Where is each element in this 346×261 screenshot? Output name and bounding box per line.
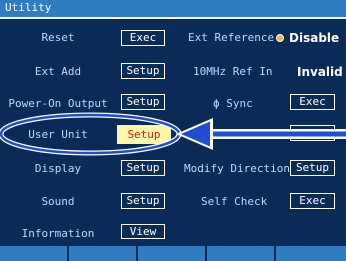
obscured-button[interactable]: [290, 125, 335, 141]
display-label: Display: [34, 162, 82, 175]
ext-add-setup-button[interactable]: Setup: [121, 63, 165, 79]
modify-direction-setup-button[interactable]: Setup: [290, 160, 335, 176]
reset-label: Reset: [41, 31, 75, 44]
radio-dot-icon[interactable]: [276, 34, 284, 42]
user-unit-setup-button[interactable]: Setup: [117, 125, 171, 144]
ref-in-label: 10MHz Ref In: [193, 65, 273, 78]
title-bar: Utility: [0, 0, 346, 17]
ext-add-label: Ext Add: [34, 65, 82, 78]
title-divider: [0, 17, 346, 19]
screen-title: Utility: [5, 1, 52, 14]
modify-direction-label: Modify Direction: [184, 162, 290, 175]
reset-exec-button[interactable]: Exec: [121, 30, 165, 46]
information-view-button[interactable]: View: [121, 224, 165, 239]
user-unit-label: User Unit: [28, 128, 88, 141]
utility-screen: Utility Reset Exec Ext Add Setup Power-O…: [0, 0, 346, 261]
softkey-1[interactable]: [0, 246, 69, 261]
softkey-4[interactable]: [207, 246, 276, 261]
sound-label: Sound: [41, 195, 75, 208]
softkey-3[interactable]: [138, 246, 207, 261]
display-setup-button[interactable]: Setup: [121, 160, 165, 176]
phase-sync-label: ϕ Sync: [213, 97, 253, 110]
power-on-output-label: Power-On Output: [8, 97, 108, 110]
self-check-label: Self Check: [201, 195, 268, 208]
sound-setup-button[interactable]: Setup: [121, 193, 165, 209]
softkey-5[interactable]: [276, 246, 346, 261]
self-check-exec-button[interactable]: Exec: [290, 193, 335, 209]
power-on-output-setup-button[interactable]: Setup: [121, 94, 165, 110]
softkey-bar: [0, 246, 346, 261]
phase-sync-exec-button[interactable]: Exec: [290, 94, 335, 110]
ref-in-value: Invalid: [297, 65, 343, 79]
ext-reference-value[interactable]: Disable: [289, 31, 339, 45]
information-label: Information: [21, 227, 95, 240]
softkey-2[interactable]: [69, 246, 138, 261]
ext-reference-label: Ext Reference: [188, 31, 275, 44]
